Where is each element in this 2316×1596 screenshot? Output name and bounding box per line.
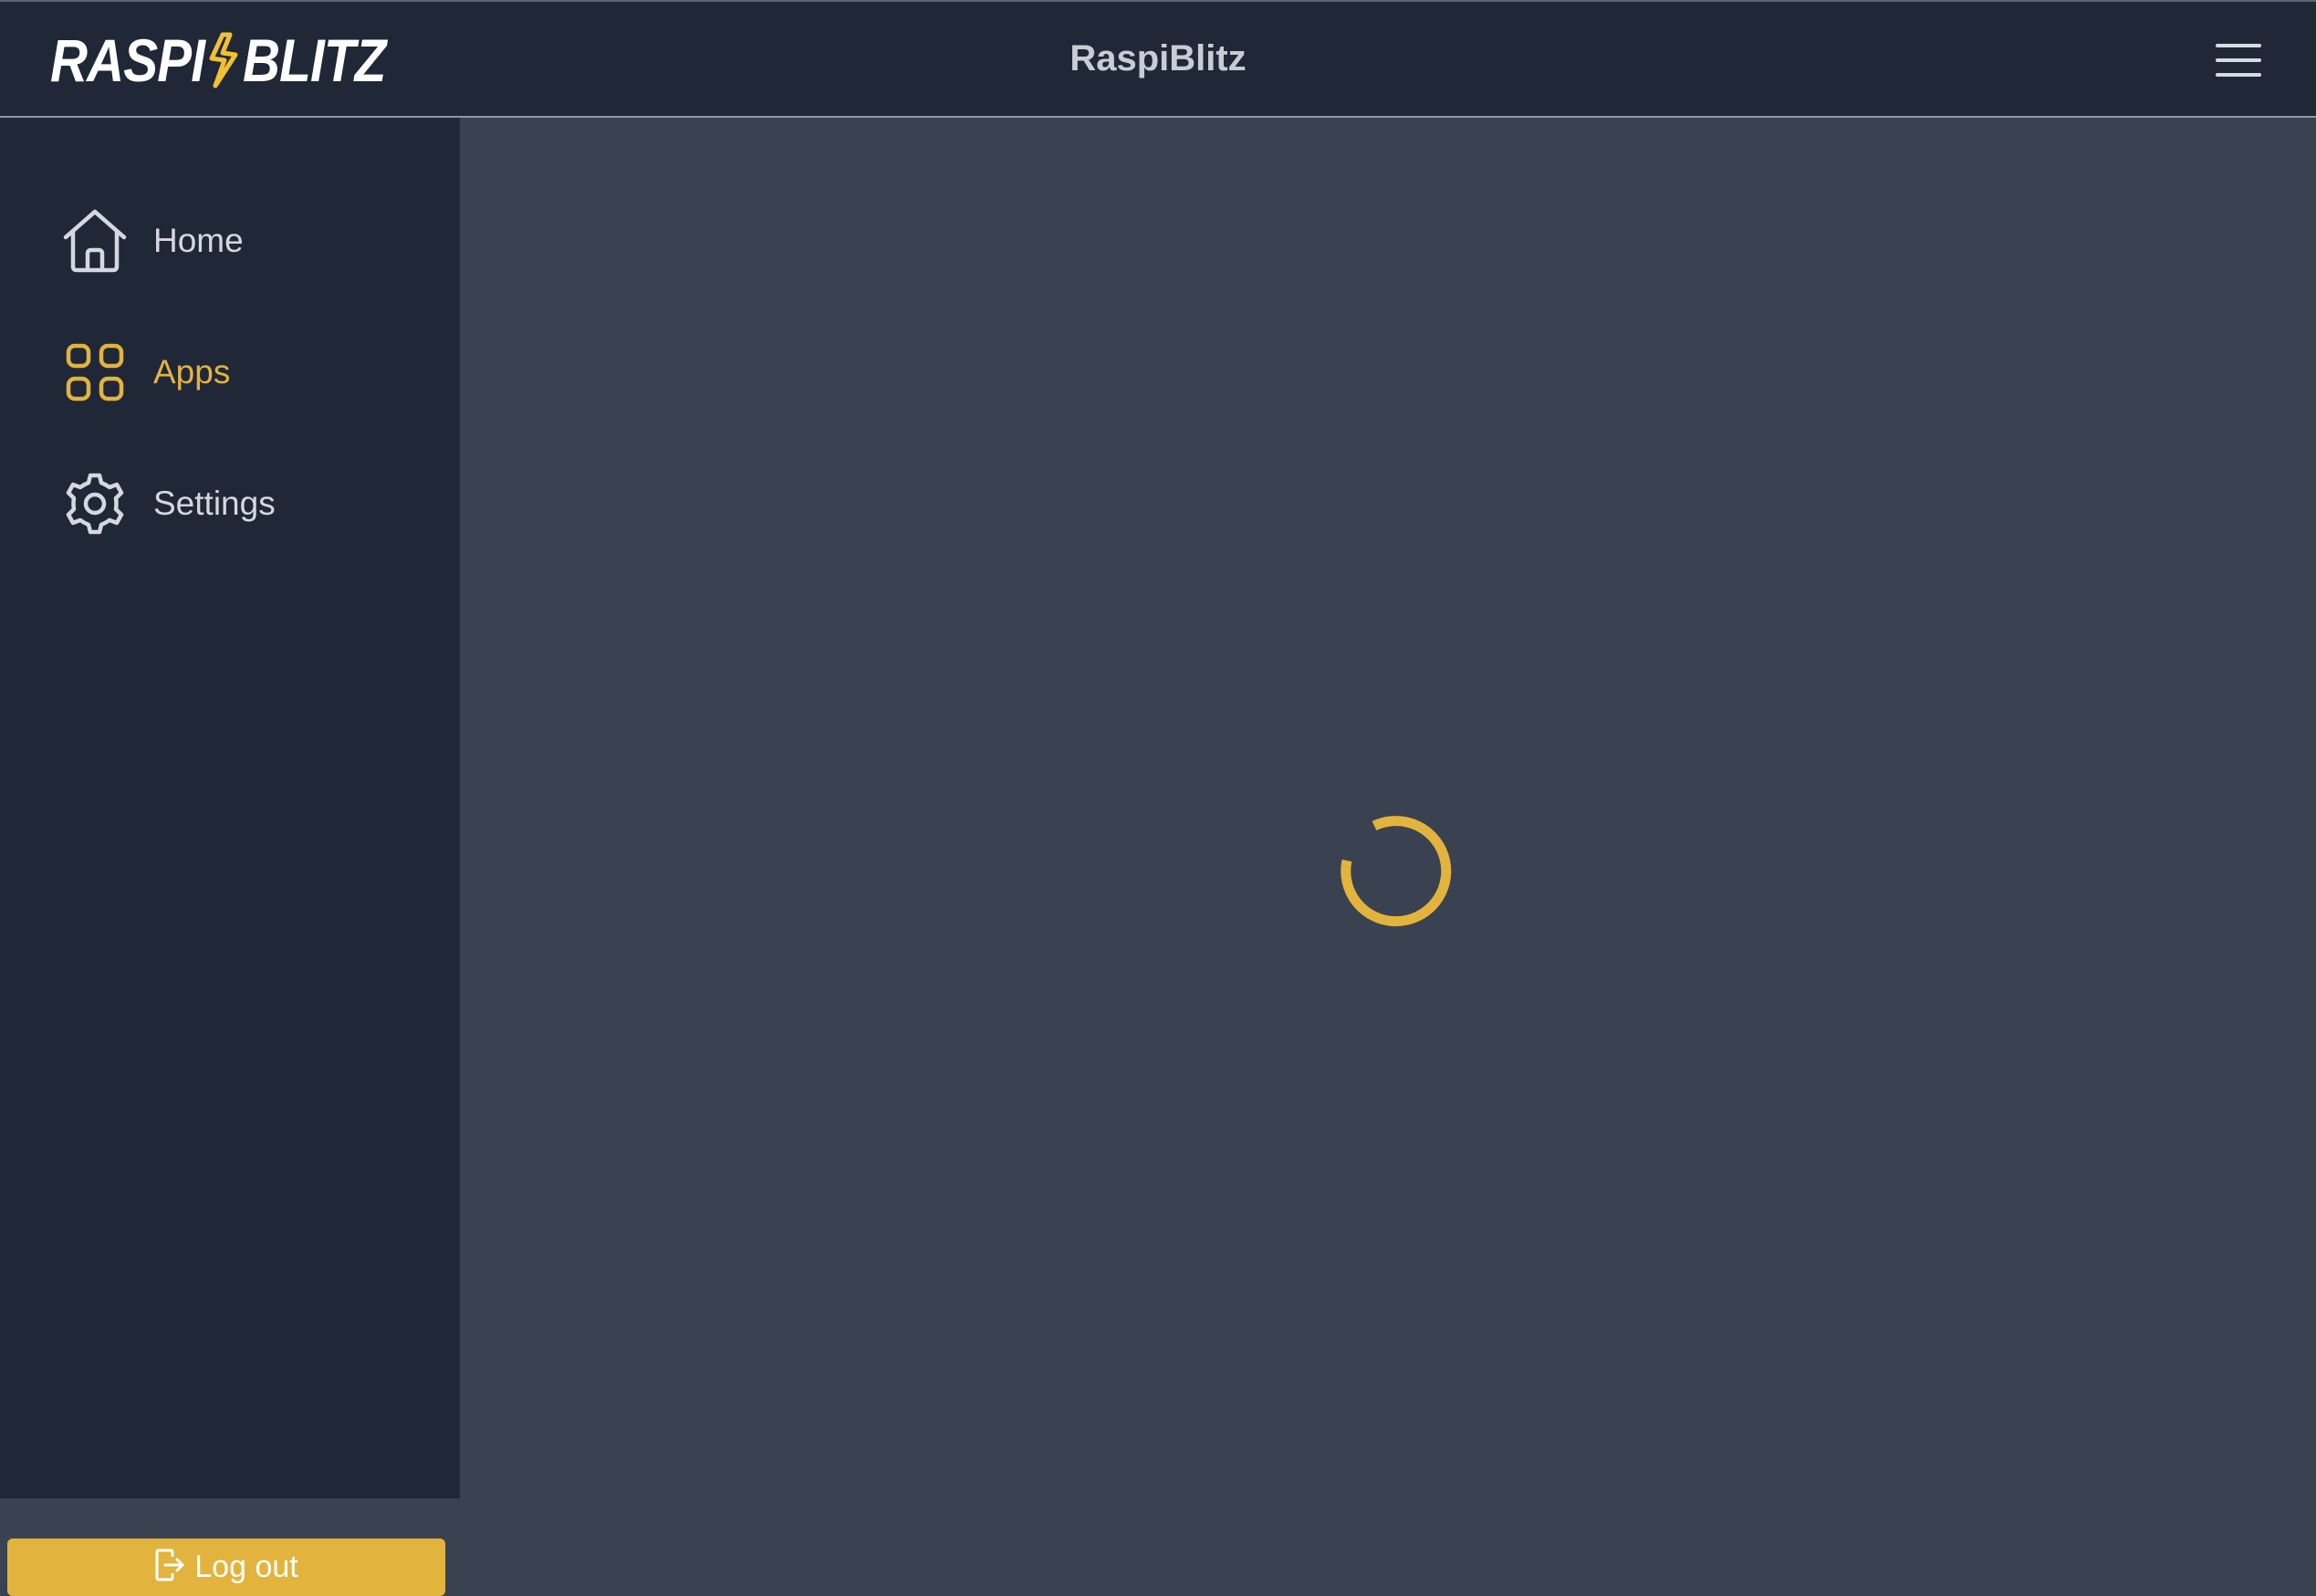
sidebar-item-label: Settings [153, 485, 276, 522]
home-icon [58, 204, 131, 277]
logout-label: Log out [194, 1549, 298, 1584]
loading-spinner-icon [1341, 816, 1452, 927]
apps-grid-icon [58, 336, 131, 409]
logout-icon [154, 1548, 185, 1587]
sidebar-item-apps[interactable]: Apps [58, 336, 230, 409]
app-title-text: RaspiBlitz [1069, 38, 1247, 78]
gear-icon [58, 467, 131, 540]
sidebar-item-label: Apps [153, 353, 231, 391]
logout-button[interactable]: Log out [7, 1539, 445, 1596]
app-title: RaspiBlitz [0, 38, 2316, 79]
hamburger-menu-icon[interactable] [2216, 42, 2261, 78]
sidebar: Home Apps Settings Log out [0, 118, 460, 1596]
sidebar-item-label: Home [153, 222, 244, 259]
top-bar: RASPI BLITZ RaspiBlitz [0, 0, 2316, 118]
sidebar-item-settings[interactable]: Settings [58, 467, 276, 540]
sidebar-item-home[interactable]: Home [58, 204, 244, 277]
